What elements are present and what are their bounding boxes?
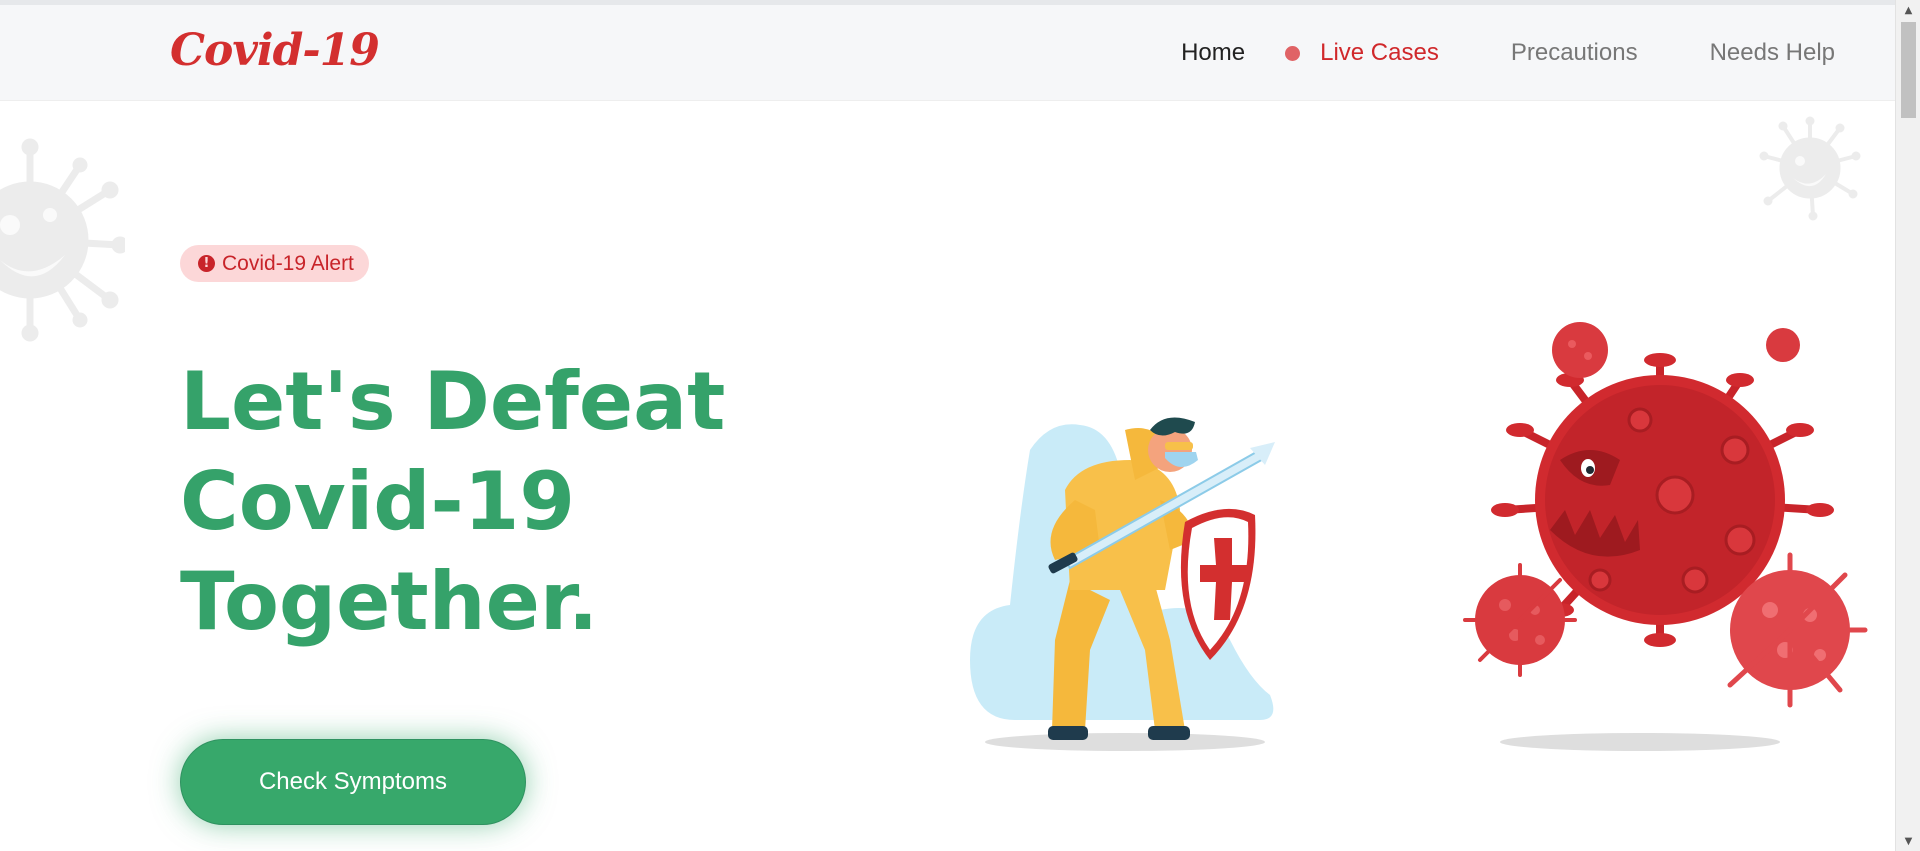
check-symptoms-button[interactable]: Check Symptoms bbox=[180, 739, 526, 825]
nav-precautions-link[interactable]: Precautions bbox=[1511, 39, 1638, 67]
logo[interactable]: Covid-19 bbox=[170, 25, 380, 76]
small-virus-bottom-left bbox=[1463, 563, 1577, 677]
navbar: Covid-19 Home Live Cases Precautions Nee… bbox=[0, 5, 1895, 101]
nav-needs-help-link[interactable]: Needs Help bbox=[1710, 39, 1835, 67]
covid-alert-badge: ! Covid-19 Alert bbox=[180, 245, 369, 282]
virus-decoration-left-icon bbox=[0, 138, 125, 342]
scrollbar[interactable]: ▲ ▼ bbox=[1895, 0, 1920, 851]
hero-headline: Let's Defeat Covid-19 Together. bbox=[180, 352, 880, 652]
angry-virus-figure bbox=[1463, 322, 1868, 708]
nav-live-cases-link[interactable]: Live Cases bbox=[1320, 39, 1439, 67]
small-virus-top-right bbox=[1766, 328, 1800, 362]
scroll-down-arrow-icon[interactable]: ▼ bbox=[1896, 831, 1920, 851]
nav-links: Home Live Cases Precautions Needs Help bbox=[1181, 33, 1835, 73]
headline-line-2: Covid-19 bbox=[180, 455, 576, 548]
scroll-thumb[interactable] bbox=[1901, 22, 1916, 118]
headline-line-1: Let's Defeat bbox=[180, 355, 726, 448]
scroll-up-arrow-icon[interactable]: ▲ bbox=[1896, 0, 1920, 20]
exclamation-circle-icon: ! bbox=[198, 255, 215, 272]
hero-illustration bbox=[970, 322, 1868, 751]
virus-shadow bbox=[1500, 733, 1780, 751]
nav-home-link[interactable]: Home bbox=[1181, 39, 1245, 67]
hero-shadow bbox=[985, 733, 1265, 751]
small-virus-top bbox=[1552, 322, 1608, 378]
headline-line-3: Together. bbox=[180, 555, 599, 648]
alert-label: Covid-19 Alert bbox=[222, 251, 354, 275]
live-indicator-dot-icon bbox=[1285, 45, 1301, 61]
virus-decoration-right-icon bbox=[1759, 116, 1861, 221]
